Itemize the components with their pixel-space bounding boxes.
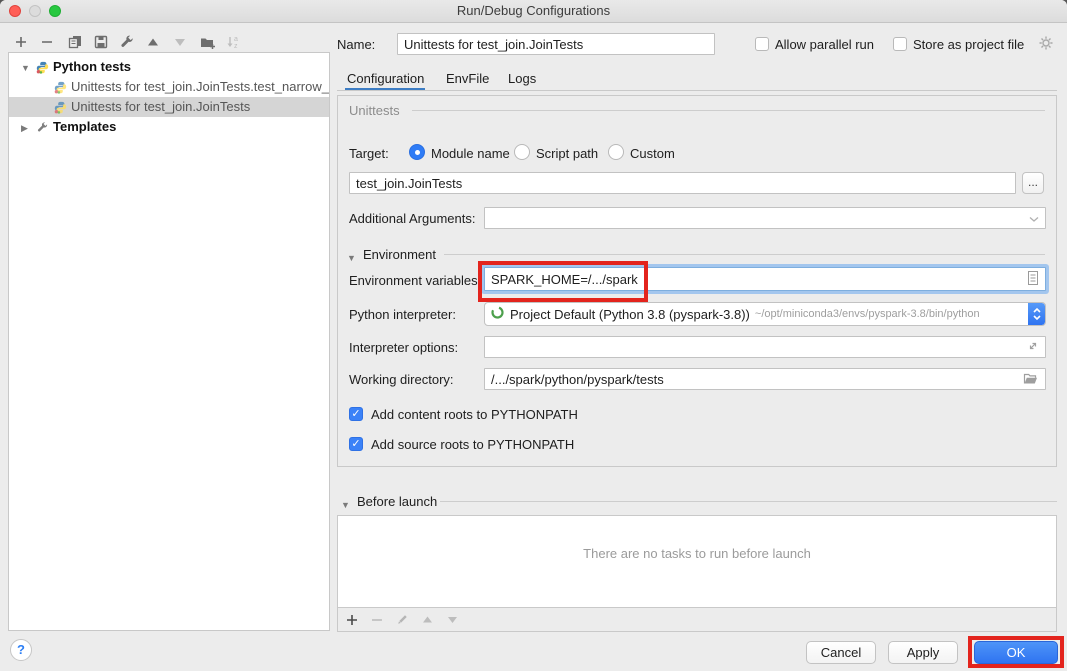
remove-icon[interactable] bbox=[39, 34, 55, 50]
tree-node-test-narrow[interactable]: Unittests for test_join.JoinTests.test_n… bbox=[9, 77, 329, 97]
copy-configuration-icon[interactable] bbox=[67, 34, 83, 50]
section-divider bbox=[412, 110, 1045, 111]
target-module-name-label[interactable]: Module name bbox=[431, 146, 510, 161]
working-directory-value: /.../spark/python/pyspark/tests bbox=[491, 372, 1023, 387]
svg-text:a: a bbox=[234, 36, 238, 43]
environment-section-label[interactable]: Environment bbox=[363, 247, 436, 262]
edit-variables-list-icon[interactable] bbox=[1027, 270, 1039, 289]
new-folder-icon[interactable] bbox=[199, 34, 215, 50]
configurations-toolbar: az bbox=[13, 32, 241, 52]
python-interpreter-path: ~/opt/miniconda3/envs/pyspark-3.8/bin/py… bbox=[755, 308, 1028, 320]
name-label: Name: bbox=[337, 37, 375, 52]
target-custom-radio[interactable] bbox=[608, 144, 624, 160]
section-divider bbox=[440, 501, 1057, 502]
gear-icon[interactable] bbox=[1038, 35, 1054, 54]
templates-wrench-icon bbox=[35, 121, 49, 134]
configurations-tree: Python tests Unittests for test_join.Joi… bbox=[8, 52, 330, 631]
target-custom-label[interactable]: Custom bbox=[630, 146, 675, 161]
add-source-roots-label[interactable]: Add source roots to PYTHONPATH bbox=[371, 437, 574, 452]
python-test-icon bbox=[53, 81, 67, 94]
save-configuration-icon[interactable] bbox=[93, 34, 109, 50]
browse-button[interactable]: ... bbox=[1022, 172, 1044, 194]
expand-collapse-icon[interactable] bbox=[21, 117, 35, 138]
target-module-name-radio[interactable] bbox=[409, 144, 425, 160]
python-interpreter-select[interactable]: Project Default (Python 3.8 (pyspark-3.8… bbox=[484, 302, 1046, 326]
allow-parallel-run-checkbox[interactable] bbox=[755, 37, 769, 51]
add-content-roots-label[interactable]: Add content roots to PYTHONPATH bbox=[371, 407, 578, 422]
target-script-path-radio[interactable] bbox=[514, 144, 530, 160]
additional-arguments-label: Additional Arguments: bbox=[349, 211, 475, 226]
tab-configuration[interactable]: Configuration bbox=[347, 71, 424, 86]
add-source-roots-checkbox[interactable] bbox=[349, 437, 363, 451]
run-debug-configurations-dialog: Run/Debug Configurations az bbox=[0, 0, 1067, 671]
edit-task-pencil-icon bbox=[394, 612, 410, 628]
add-task-icon[interactable] bbox=[344, 612, 360, 628]
interpreter-options-field[interactable] bbox=[484, 336, 1046, 358]
sort-alphabetically-icon: az bbox=[225, 34, 241, 50]
conda-environment-icon bbox=[490, 305, 505, 323]
title-bar: Run/Debug Configurations bbox=[0, 0, 1067, 23]
ok-button[interactable]: OK bbox=[974, 641, 1058, 664]
add-content-roots-checkbox[interactable] bbox=[349, 407, 363, 421]
working-directory-label: Working directory: bbox=[349, 372, 454, 387]
section-divider bbox=[444, 254, 1045, 255]
additional-arguments-field[interactable] bbox=[484, 207, 1046, 229]
target-label: Target: bbox=[349, 146, 389, 161]
environment-variables-value: SPARK_HOME=/.../spark bbox=[491, 272, 1027, 287]
expand-collapse-icon[interactable] bbox=[21, 57, 35, 78]
python-tests-icon bbox=[35, 61, 49, 74]
store-as-project-file-label[interactable]: Store as project file bbox=[913, 37, 1024, 52]
svg-text:z: z bbox=[234, 43, 238, 50]
tree-node-label: Unittests for test_join.JoinTests.test_n… bbox=[71, 77, 329, 97]
expand-chevron-icon[interactable] bbox=[1029, 211, 1039, 226]
dropdown-stepper-icon[interactable] bbox=[1028, 303, 1045, 325]
cancel-button[interactable]: Cancel bbox=[806, 641, 876, 664]
python-interpreter-label: Python interpreter: bbox=[349, 307, 456, 322]
python-test-icon bbox=[53, 101, 67, 114]
window-title: Run/Debug Configurations bbox=[0, 3, 1067, 18]
tree-node-label: Unittests for test_join.JoinTests bbox=[71, 97, 250, 117]
move-up-icon[interactable] bbox=[145, 34, 161, 50]
before-launch-collapse-icon[interactable] bbox=[341, 496, 350, 511]
name-value: Unittests for test_join.JoinTests bbox=[404, 37, 708, 52]
move-down-icon bbox=[172, 34, 188, 50]
apply-button[interactable]: Apply bbox=[888, 641, 958, 664]
python-interpreter-value: Project Default (Python 3.8 (pyspark-3.8… bbox=[510, 307, 750, 322]
tab-logs[interactable]: Logs bbox=[508, 71, 536, 86]
tree-node-label: Python tests bbox=[53, 57, 131, 77]
before-launch-tasks-panel: There are no tasks to run before launch bbox=[337, 515, 1057, 632]
before-launch-toolbar bbox=[338, 607, 1056, 631]
environment-variables-field[interactable]: SPARK_HOME=/.../spark bbox=[484, 267, 1046, 291]
module-name-field[interactable]: test_join.JoinTests bbox=[349, 172, 1016, 194]
target-script-path-label[interactable]: Script path bbox=[536, 146, 598, 161]
tree-node-templates[interactable]: Templates bbox=[9, 117, 329, 137]
tabs-separator bbox=[337, 90, 1057, 91]
edit-templates-wrench-icon[interactable] bbox=[119, 34, 135, 50]
allow-parallel-run-label[interactable]: Allow parallel run bbox=[775, 37, 874, 52]
environment-variables-label: Environment variables: bbox=[349, 273, 481, 288]
expand-editor-icon[interactable] bbox=[1027, 340, 1039, 355]
browse-folder-icon[interactable] bbox=[1023, 371, 1039, 388]
name-field[interactable]: Unittests for test_join.JoinTests bbox=[397, 33, 715, 55]
environment-collapse-icon[interactable] bbox=[347, 249, 356, 264]
add-icon[interactable] bbox=[13, 34, 29, 50]
interpreter-options-label: Interpreter options: bbox=[349, 340, 458, 355]
before-launch-section-label[interactable]: Before launch bbox=[357, 494, 437, 509]
move-task-down-icon bbox=[444, 612, 460, 628]
before-launch-empty-text: There are no tasks to run before launch bbox=[338, 546, 1056, 561]
module-name-value: test_join.JoinTests bbox=[356, 176, 1009, 191]
help-button[interactable]: ? bbox=[10, 639, 32, 661]
store-as-project-file-checkbox[interactable] bbox=[893, 37, 907, 51]
tree-node-label: Templates bbox=[53, 117, 116, 137]
unittests-section-label: Unittests bbox=[349, 103, 400, 118]
move-task-up-icon bbox=[419, 612, 435, 628]
tree-node-python-tests[interactable]: Python tests bbox=[9, 57, 329, 77]
working-directory-field[interactable]: /.../spark/python/pyspark/tests bbox=[484, 368, 1046, 390]
tab-envfile[interactable]: EnvFile bbox=[446, 71, 489, 86]
tree-node-jointests-selected[interactable]: Unittests for test_join.JoinTests bbox=[9, 97, 329, 117]
remove-task-icon bbox=[369, 612, 385, 628]
